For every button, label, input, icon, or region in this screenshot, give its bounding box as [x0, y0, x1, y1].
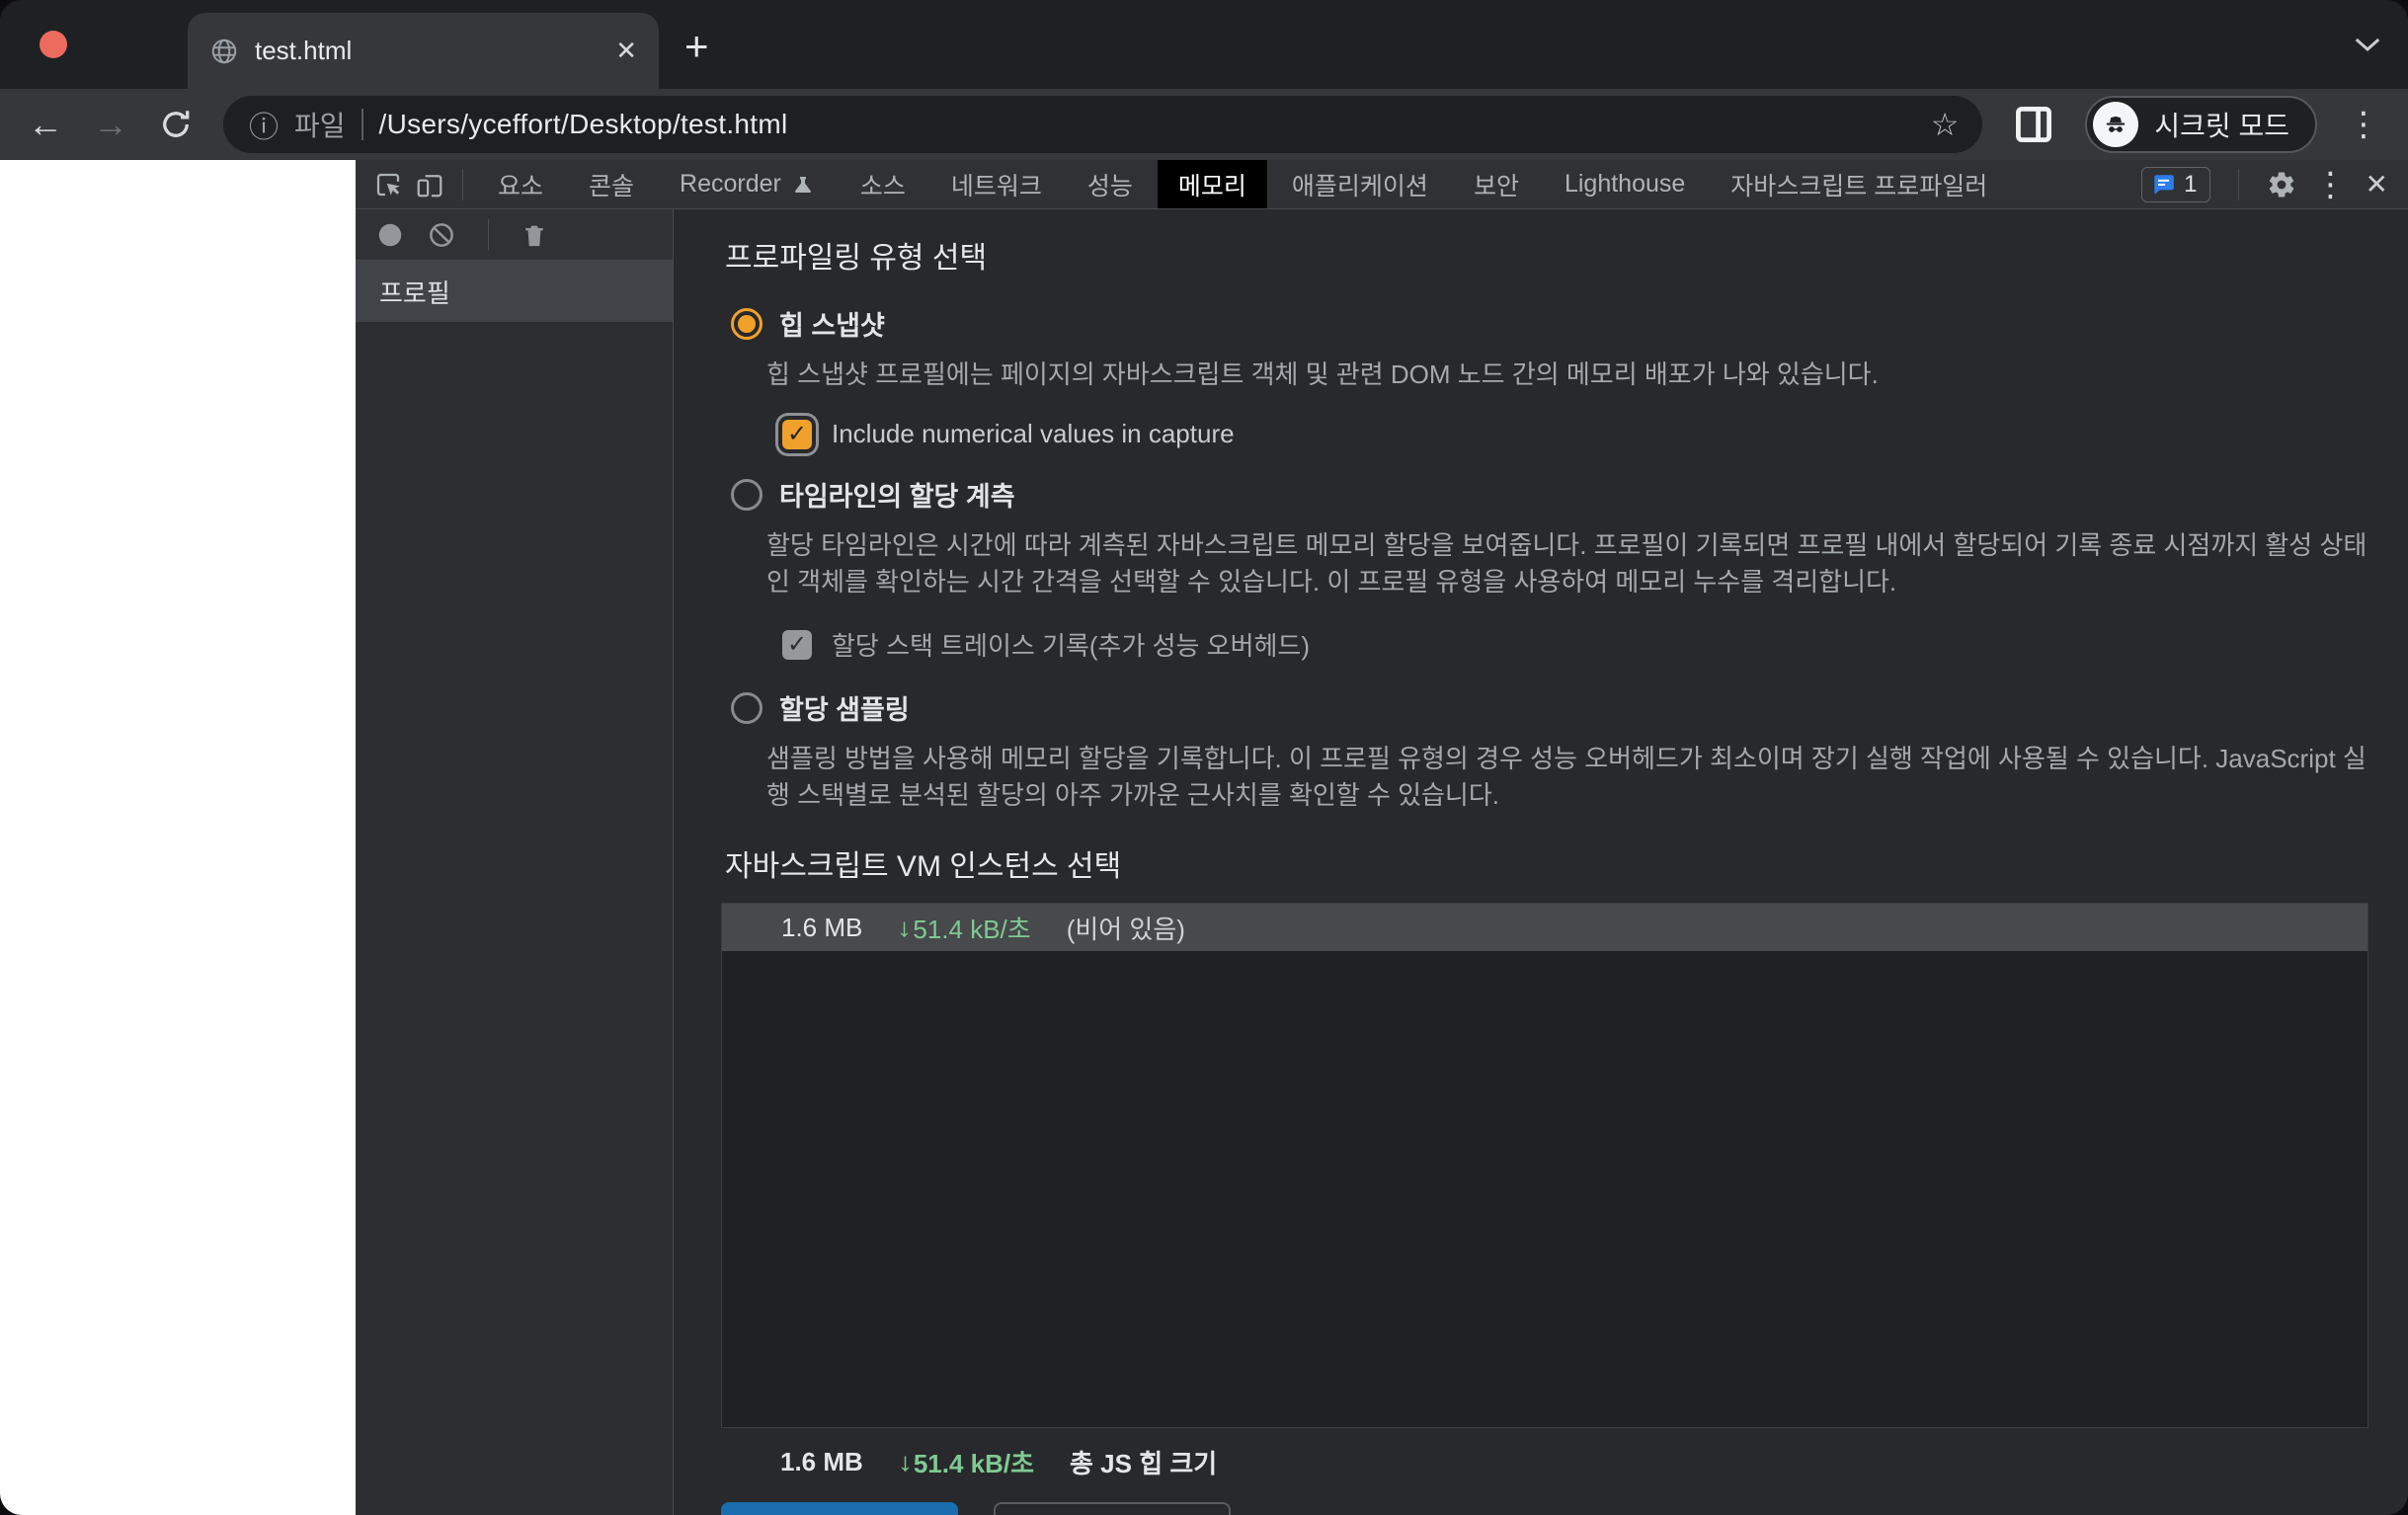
tab-js-profiler[interactable]: 자바스크립트 프로파일러 — [1710, 160, 2008, 208]
total-heap-label: 총 JS 힙 크기 — [1070, 1449, 1218, 1478]
stack-traces-label: 할당 스택 트레이스 기록(추가 성능 오버헤드) — [832, 631, 1310, 661]
address-bar[interactable]: ⓘ 파일 /Users/yceffort/Desktop/test.html ☆ — [223, 96, 1983, 153]
numerical-values-row[interactable]: ✓ Include numerical values in capture — [782, 419, 2368, 449]
delete-profile-icon[interactable] — [521, 220, 548, 250]
devtools-close-icon[interactable]: ✕ — [2366, 168, 2388, 200]
record-profile-icon[interactable] — [375, 220, 405, 250]
tab-lighthouse[interactable]: Lighthouse — [1544, 160, 1706, 208]
tabbar-divider — [2237, 168, 2239, 200]
tab-security[interactable]: 보안 — [1453, 160, 1540, 208]
tab-search-chevron-icon[interactable] — [2353, 36, 2382, 53]
vm-instance-list: 1.6 MB ↓ 51.4 kB/초 (비어 있음) — [721, 903, 2368, 1428]
site-info-icon[interactable]: ⓘ — [249, 103, 279, 146]
stack-traces-row[interactable]: ✓ 할당 스택 트레이스 기록(추가 성능 오버헤드) — [782, 626, 2368, 663]
allocation-timeline-description: 할당 타임라인은 시간에 따라 계측된 자바스크립트 메모리 할당을 보여줍니다… — [766, 530, 2368, 597]
inspect-element-icon[interactable] — [369, 168, 407, 201]
vm-instance-note: (비어 있음) — [1066, 914, 1185, 944]
load-button[interactable]: 로드 — [994, 1502, 1231, 1515]
checkbox-stack-traces[interactable]: ✓ — [782, 629, 812, 660]
vm-instance-heading: 자바스크립트 VM 인스턴스 선택 — [725, 850, 1122, 883]
numerical-values-label: Include numerical values in capture — [832, 419, 1235, 448]
address-toolbar: ← → ⓘ 파일 /Users/yceffort/Desktop/test.ht… — [0, 89, 2408, 160]
settings-gear-icon[interactable] — [2267, 170, 2296, 199]
devtools-tabbar-right: 1 ⋮ ✕ — [2141, 166, 2394, 202]
incognito-icon — [2093, 102, 2139, 147]
profiles-section-header[interactable]: 프로필 — [356, 261, 673, 322]
experiment-flask-icon — [794, 176, 811, 193]
allocation-sampling-label: 할당 샘플링 — [779, 695, 910, 725]
heap-snapshot-description: 힙 스냅샷 프로필에는 페이지의 자바스크립트 객체 및 관련 DOM 노드 간… — [766, 359, 1879, 389]
tab-strip: test.html ✕ + — [0, 0, 2408, 89]
bookmark-star-icon[interactable]: ☆ — [1931, 106, 1960, 143]
reload-button[interactable] — [158, 107, 194, 142]
radio-allocation-timeline[interactable] — [731, 478, 763, 511]
clear-profiles-icon[interactable] — [427, 220, 456, 250]
devtools-panel: 요소 콘솔 Recorder 소스 네트워크 성능 메모리 애플리케이션 보안 … — [356, 160, 2408, 1515]
profiles-label: 프로필 — [379, 278, 450, 308]
devtools-menu-icon[interactable]: ⋮ — [2314, 168, 2348, 201]
tabbar-divider — [462, 168, 463, 200]
radio-heap-snapshot[interactable] — [731, 307, 763, 340]
issues-count: 1 — [2184, 170, 2198, 198]
device-toolbar-icon[interactable] — [411, 168, 448, 201]
allocation-sampling-description: 샘플링 방법을 사용해 메모리 할당을 기록합니다. 이 프로필 유형의 경우 … — [766, 744, 2367, 810]
profiles-sidebar: 프로필 — [356, 209, 674, 1515]
omnibox-divider — [361, 109, 363, 140]
profiles-toolbar — [356, 209, 673, 261]
incognito-label: 시크릿 모드 — [2154, 111, 2289, 141]
devtools-tabbar: 요소 콘솔 Recorder 소스 네트워크 성능 메모리 애플리케이션 보안 … — [356, 160, 2408, 209]
allocation-timeline-label: 타임라인의 할당 계측 — [779, 482, 1015, 512]
tab-close-icon[interactable]: ✕ — [615, 36, 637, 66]
browser-window: test.html ✕ + ← → ⓘ 파일 /Users/yceffort/D… — [0, 0, 2408, 1515]
profiling-type-heading: 프로파일링 유형 선택 — [725, 242, 988, 275]
total-heap-rate: ↓ 51.4 kB/초 — [897, 1447, 1035, 1478]
tab-title: test.html — [255, 36, 353, 65]
page-viewport[interactable] — [0, 160, 356, 1515]
tab-recorder[interactable]: Recorder — [659, 160, 836, 208]
total-heap-row: 1.6 MB ↓ 51.4 kB/초 총 JS 힙 크기 — [721, 1444, 2368, 1480]
browser-tab[interactable]: test.html ✕ — [188, 13, 659, 89]
file-scheme-chip: 파일 — [294, 111, 346, 141]
tab-memory[interactable]: 메모리 — [1157, 160, 1267, 208]
radio-allocation-sampling[interactable] — [731, 691, 763, 724]
take-snapshot-button[interactable]: 스냅샷 촬영 — [721, 1502, 958, 1515]
new-tab-button[interactable]: + — [684, 26, 709, 67]
browser-menu-icon[interactable]: ⋮ — [2347, 108, 2380, 141]
window-controls — [40, 31, 152, 58]
back-button[interactable]: ← — [28, 107, 63, 142]
option-allocation-timeline[interactable]: 타임라인의 할당 계측 — [731, 475, 2368, 514]
total-heap-size: 1.6 MB — [780, 1447, 863, 1476]
down-arrow-icon: ↓ — [897, 1447, 914, 1476]
devtools-body: 프로필 프로파일링 유형 선택 힙 스냅샷 힙 스냅샷 프로필에는 페이지의 자… — [356, 209, 2408, 1515]
globe-icon — [211, 39, 237, 63]
vm-instance-row[interactable]: 1.6 MB ↓ 51.4 kB/초 (비어 있음) — [722, 904, 2368, 951]
down-arrow-icon: ↓ — [896, 912, 913, 942]
action-buttons: 스냅샷 촬영 로드 — [721, 1502, 2368, 1515]
option-heap-snapshot[interactable]: 힙 스냅샷 — [731, 304, 2368, 343]
minimize-window-button[interactable] — [82, 31, 110, 58]
tab-elements[interactable]: 요소 — [477, 160, 564, 208]
feedback-bubble-icon — [2154, 174, 2175, 195]
url-text[interactable]: /Users/yceffort/Desktop/test.html — [379, 109, 788, 140]
close-window-button[interactable] — [40, 31, 67, 58]
tab-network[interactable]: 네트워크 — [930, 160, 1063, 208]
tab-console[interactable]: 콘솔 — [568, 160, 655, 208]
profiles-toolbar-divider — [488, 218, 489, 251]
vm-heap-size: 1.6 MB — [781, 912, 863, 942]
incognito-badge: 시크릿 모드 — [2085, 96, 2317, 153]
fullscreen-window-button[interactable] — [124, 31, 152, 58]
tab-performance[interactable]: 성능 — [1067, 160, 1154, 208]
vm-heap-rate: ↓ 51.4 kB/초 — [896, 912, 1031, 944]
tab-sources[interactable]: 소스 — [840, 160, 926, 208]
forward-button[interactable]: → — [93, 107, 128, 142]
main-area: 요소 콘솔 Recorder 소스 네트워크 성능 메모리 애플리케이션 보안 … — [0, 160, 2408, 1515]
tab-application[interactable]: 애플리케이션 — [1271, 160, 1449, 208]
option-allocation-sampling[interactable]: 할당 샘플링 — [731, 688, 2368, 727]
side-panel-icon[interactable] — [2012, 103, 2055, 146]
heap-snapshot-label: 힙 스냅샷 — [779, 311, 885, 341]
checkbox-numerical-values[interactable]: ✓ — [782, 419, 812, 449]
memory-panel: 프로파일링 유형 선택 힙 스냅샷 힙 스냅샷 프로필에는 페이지의 자바스크립… — [674, 209, 2408, 1515]
issues-badge[interactable]: 1 — [2141, 166, 2210, 202]
